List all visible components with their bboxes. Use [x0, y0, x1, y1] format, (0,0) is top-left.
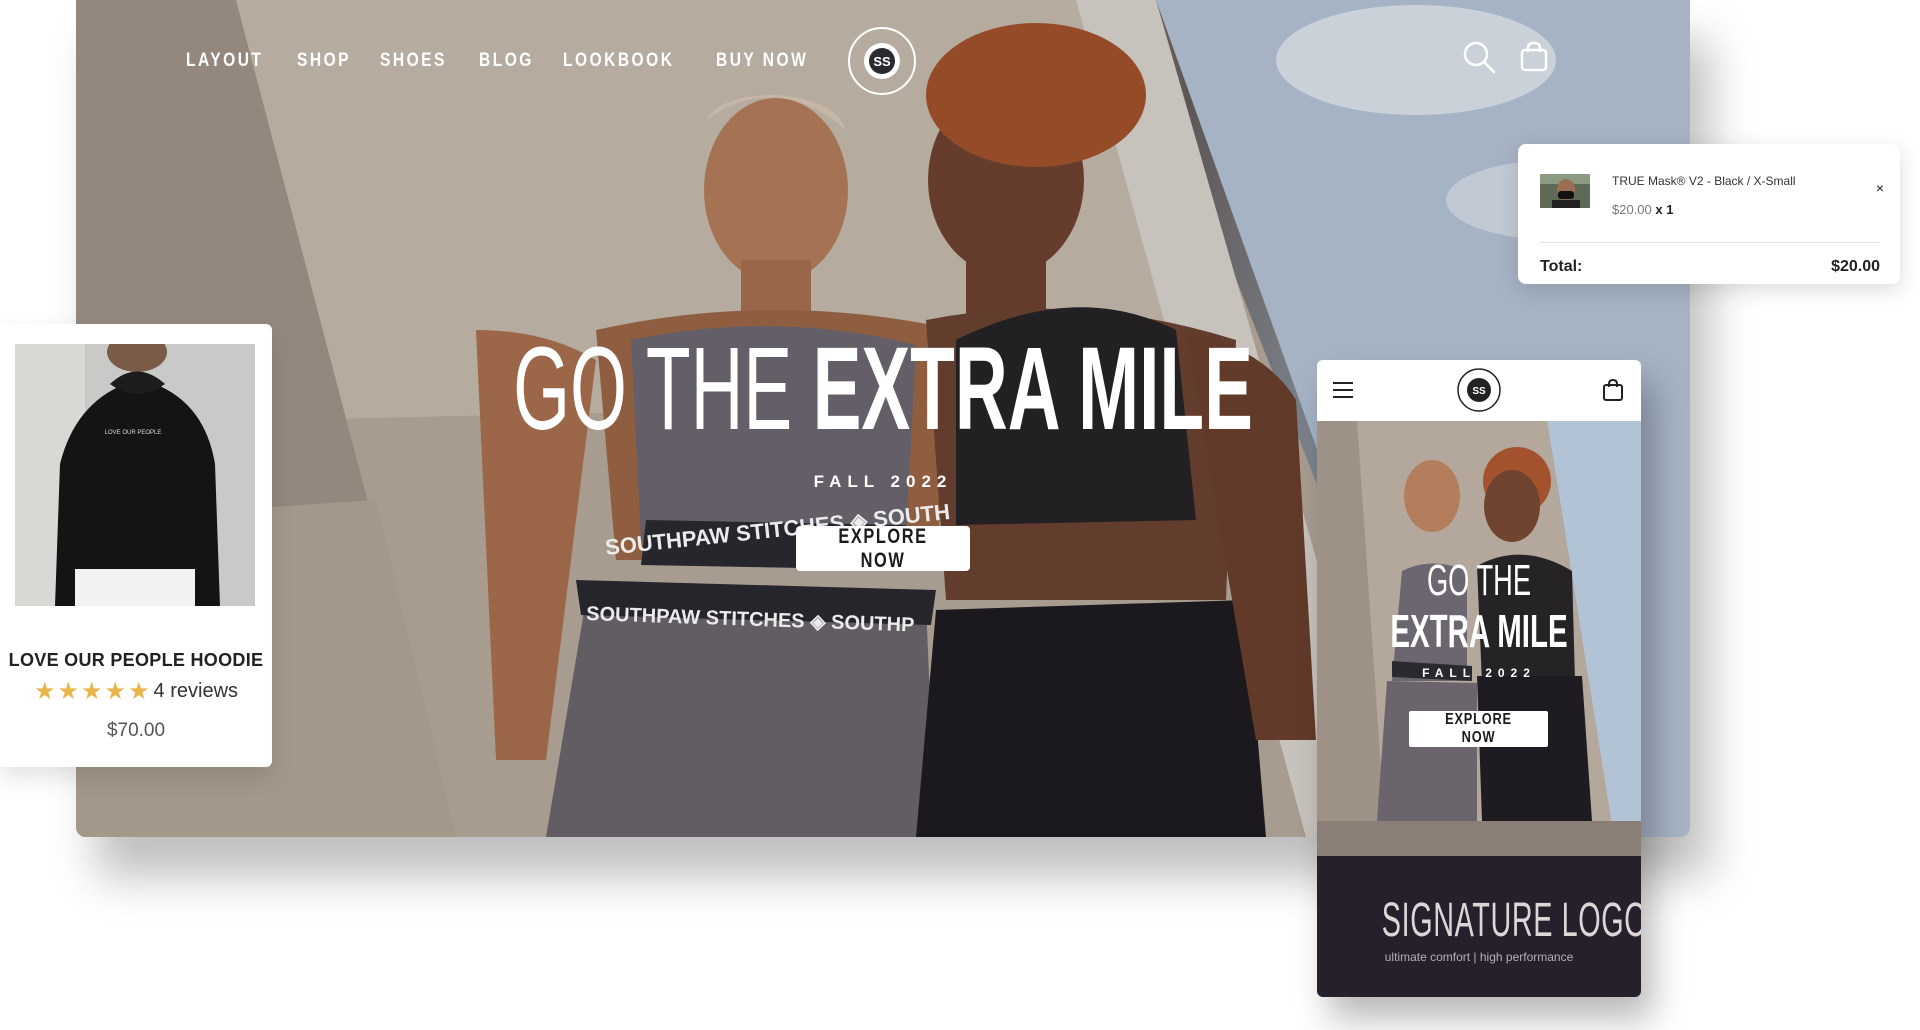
hamburger-menu-icon[interactable] [1332, 380, 1354, 400]
mobile-season: FALL 2022 [1422, 666, 1536, 680]
product-title[interactable]: LOVE OUR PEOPLE HOODIE [0, 650, 272, 671]
search-icon[interactable] [1462, 40, 1496, 74]
svg-text:SS: SS [873, 54, 891, 69]
mobile-explore-now-button[interactable]: EXPLORE NOW [1409, 711, 1548, 747]
star-icon: ★ [128, 677, 150, 705]
mobile-headline-bold: EXTRA MILE [1390, 605, 1568, 657]
nav-item-shoes[interactable]: SHOES [380, 50, 447, 72]
mobile-preview: SS GO THE EXTRA MILE FALL 2022 EXPLORE N… [1317, 360, 1641, 997]
main-nav: LAYOUT SHOP SHOES BLOG LOOKBOOK BUY NOW [186, 50, 828, 72]
product-image[interactable]: LOVE OUR PEOPLE [15, 344, 255, 606]
cart-item-price-line: $20.00 x 1 [1612, 202, 1673, 217]
hero-headline-bold: EXTRA MILE [812, 323, 1253, 455]
mobile-header: SS [1317, 360, 1641, 421]
nav-item-shop[interactable]: SHOP [297, 50, 351, 72]
svg-text:SS: SS [1472, 386, 1486, 397]
explore-now-button[interactable]: EXPLORE NOW [796, 524, 970, 572]
shopping-bag-icon[interactable] [1517, 40, 1551, 74]
hoodie-print-text: LOVE OUR PEOPLE [105, 430, 162, 436]
cart-item-qty: x 1 [1655, 202, 1674, 217]
brand-logo[interactable]: SS [847, 26, 917, 96]
review-count[interactable]: 4 reviews [154, 680, 238, 703]
mobile-shopping-bag-icon[interactable] [1601, 378, 1625, 402]
cart-item-name[interactable]: TRUE Mask® V2 - Black / X-Small [1612, 174, 1796, 188]
nav-item-buy-now[interactable]: BUY NOW [716, 50, 808, 72]
product-price: $70.00 [106, 720, 166, 741]
signature-logo-title: SIGNATURE LOGO [1381, 894, 1641, 947]
close-icon[interactable]: × [1876, 180, 1884, 196]
nav-item-layout[interactable]: LAYOUT [186, 50, 263, 72]
cart-total-value: $20.00 [1831, 258, 1880, 275]
star-icon: ★ [81, 677, 103, 705]
cart-divider [1540, 242, 1880, 243]
mobile-headline-thin: GO THE [1426, 556, 1532, 605]
cart-popup: TRUE Mask® V2 - Black / X-Small $20.00 x… [1518, 144, 1900, 284]
nav-item-blog[interactable]: BLOG [479, 50, 534, 72]
mobile-brand-logo[interactable]: SS [1456, 367, 1502, 413]
signature-logo-tagline: ultimate comfort | high performance [1384, 950, 1574, 964]
cart-item-thumbnail [1540, 174, 1590, 208]
cart-item-price: $20.00 [1612, 202, 1652, 217]
mobile-explore-now-label: EXPLORE NOW [1445, 711, 1512, 746]
star-icon: ★ [104, 677, 127, 705]
star-icon: ★ [57, 677, 79, 705]
hero-headline-thin: GO THE [513, 323, 793, 455]
product-rating: ★ ★ ★ ★ ★ 4 reviews [0, 679, 272, 703]
hero-headline: GO THE EXTRA MILE [383, 330, 1384, 448]
product-card[interactable]: LOVE OUR PEOPLE LOVE OUR PEOPLE HOODIE ★… [0, 324, 272, 767]
star-icon: ★ [33, 677, 56, 705]
mobile-signature-section: SIGNATURE LOGO ultimate comfort | high p… [1317, 856, 1641, 997]
cart-total-label: Total: [1540, 258, 1583, 275]
explore-now-label: EXPLORE NOW [838, 524, 928, 572]
nav-item-lookbook[interactable]: LOOKBOOK [563, 50, 674, 72]
